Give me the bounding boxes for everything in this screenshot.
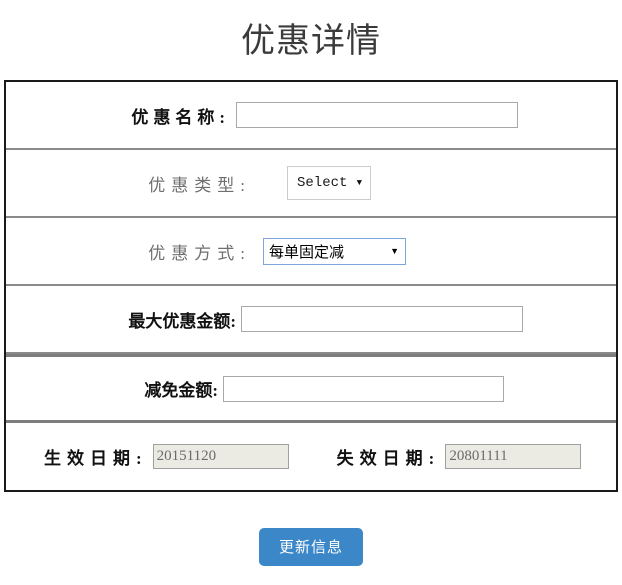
- label-deduction-amount: 减免金额:: [144, 381, 218, 400]
- coupon-type-select-value: Select: [297, 175, 348, 191]
- page-title: 优惠详情: [241, 23, 381, 60]
- coupon-type-select[interactable]: Select ▼: [287, 166, 371, 200]
- chevron-down-icon: ▼: [390, 245, 399, 256]
- start-date-input[interactable]: 20151120: [152, 444, 289, 469]
- chevron-down-icon: ▼: [356, 177, 362, 188]
- end-date-input[interactable]: 20801111: [445, 444, 582, 469]
- coupon-name-input[interactable]: [236, 102, 518, 128]
- form-row-coupon-name: 优惠名称:: [6, 82, 616, 150]
- coupon-detail-form: 优惠名称: 优惠类型: Select ▼ 优惠方式: 每单固定减 ▼ 最大优惠金…: [4, 80, 618, 492]
- coupon-mode-select-value: 每单固定减: [269, 243, 345, 261]
- form-row-deduction-amount: 减免金额:: [6, 354, 616, 423]
- label-coupon-mode: 优惠方式:: [148, 243, 251, 263]
- form-row-coupon-type: 优惠类型: Select ▼: [6, 150, 616, 218]
- form-footer: 更新信息: [0, 528, 622, 566]
- label-coupon-name: 优惠名称:: [131, 107, 230, 127]
- label-end-date: 失效日期:: [336, 449, 441, 468]
- coupon-mode-select[interactable]: 每单固定减 ▼: [263, 237, 406, 265]
- form-row-coupon-mode: 优惠方式: 每单固定减 ▼: [6, 218, 616, 286]
- coupon-detail-page: 优惠详情 优惠名称: 优惠类型: Select ▼ 优惠方式: 每单固定减 ▼ …: [0, 0, 622, 585]
- form-row-dates: 生效日期: 20151120 失效日期: 20801111: [6, 423, 616, 490]
- label-start-date: 生效日期:: [44, 449, 148, 468]
- deduction-amount-input[interactable]: [223, 375, 504, 402]
- update-info-button[interactable]: 更新信息: [258, 528, 363, 566]
- form-row-max-discount: 最大优惠金额:: [6, 286, 616, 354]
- label-coupon-type: 优惠类型:: [148, 175, 251, 195]
- max-discount-input[interactable]: [241, 306, 523, 332]
- label-max-discount: 最大优惠金额:: [128, 311, 236, 331]
